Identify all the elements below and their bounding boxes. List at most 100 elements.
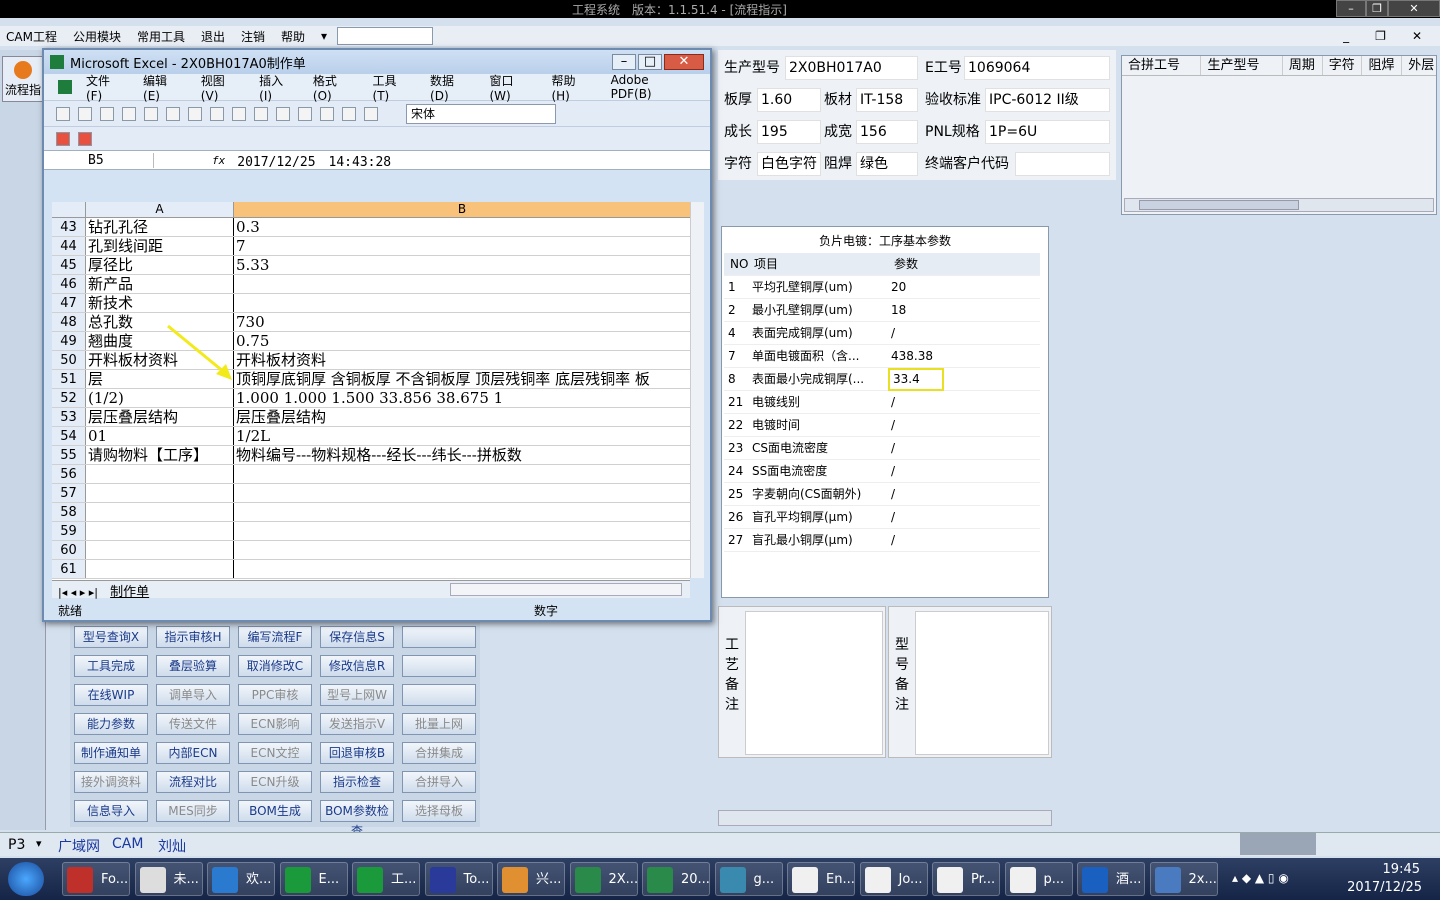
params-row[interactable]: 22 电镀时间 / [724,414,1040,437]
excel-hscrollbar[interactable] [450,583,682,596]
restore-icon[interactable]: ❐ [1366,0,1388,17]
params-value[interactable]: 18 [888,299,944,322]
action-button[interactable]: 流程对比 [156,771,230,793]
mdi-minimize-icon[interactable]: _ [1343,29,1349,43]
print-icon[interactable] [144,106,158,121]
params-value[interactable]: / [888,437,944,460]
excel-menu-window[interactable]: 窗口(W) [489,72,534,103]
grid-header[interactable]: 外层 [1402,56,1436,75]
action-button[interactable]: 接外调资料 [74,771,148,793]
pnl-field[interactable]: 1P=6U [985,120,1110,144]
excel-menu-view[interactable]: 视图(V) [201,72,242,103]
taskbar-button[interactable]: En... [787,862,855,896]
menu-dropdown-icon[interactable]: ▾ [321,29,327,43]
params-value[interactable]: / [888,322,944,345]
excel-vscrollbar[interactable] [690,202,704,578]
menu-exit[interactable]: 退出 [201,28,225,45]
redo-icon[interactable] [342,106,356,121]
excel-window[interactable]: Microsoft Excel - 2X0BH017A0制作单 – □ ✕ 文件… [42,48,712,622]
taskbar-button[interactable]: Fo... [62,862,130,896]
params-value[interactable]: 20 [888,276,944,299]
len-field[interactable]: 195 [757,120,821,144]
params-row[interactable]: 21 电镀线别 / [724,391,1040,414]
taskbar-button[interactable]: To... [424,862,493,896]
char-field[interactable]: 白色字符 [757,152,821,176]
action-button[interactable]: 信息导入 [74,800,148,822]
excel-menu-data[interactable]: 数据(D) [430,72,472,103]
action-button[interactable]: 制作通知单 [74,742,148,764]
copy-icon[interactable] [254,106,268,121]
model-memo[interactable]: 型号备注 [888,606,1052,758]
params-row[interactable]: 4 表面完成铜厚(um) / [724,322,1040,345]
action-button[interactable]: 回退审核B [320,742,394,764]
action-button[interactable]: MES同步 [156,800,230,822]
grid-header[interactable]: 字符 [1323,56,1363,75]
p3-combo[interactable]: P3 [8,837,25,853]
minimize-icon[interactable]: – [1336,0,1366,17]
excel-menu-edit[interactable]: 编辑(E) [143,72,184,103]
menu-help[interactable]: 帮助 [281,28,305,45]
grid-header[interactable]: 合拼工号 [1122,56,1202,75]
taskbar-button[interactable]: g... [714,862,783,896]
action-button[interactable]: BOM生成 [238,800,312,822]
thick-field[interactable]: 1.60 [757,88,821,112]
params-row[interactable]: 24 SS面电流密度 / [724,460,1040,483]
action-button[interactable]: 合拼导入 [402,771,476,793]
params-value[interactable]: / [888,529,944,552]
spelling-icon[interactable] [188,106,202,121]
sheet-tab[interactable]: 制作单 [110,585,149,600]
tab-cam[interactable]: CAM [112,836,143,852]
params-row[interactable]: 26 盲孔平均铜厚(μm) / [724,506,1040,529]
action-button[interactable]: 型号上网W [320,684,394,706]
action-button[interactable]: ECN升级 [238,771,312,793]
excel-menu-insert[interactable]: 插入(I) [259,72,296,103]
action-button[interactable]: 批量上网 [402,713,476,735]
craft-memo[interactable]: 工艺备注 [718,606,886,758]
action-button[interactable]: 选择母板 [402,800,476,822]
taskbar-button[interactable]: 未... [134,862,203,896]
format-painter-icon[interactable] [298,106,312,121]
action-button[interactable]: 在线WIP [74,684,148,706]
grid-header[interactable]: 阻焊 [1362,56,1403,75]
start-icon[interactable] [8,862,44,896]
excel-close-icon[interactable]: ✕ [664,54,704,70]
taskbar-button[interactable]: 欢... [207,862,275,896]
action-button[interactable]: 工具完成 [74,655,148,677]
print-preview-icon[interactable] [166,106,180,121]
taskbar-button[interactable]: 工... [352,862,420,896]
excel-menu-file[interactable]: 文件(F) [86,72,126,103]
save-icon[interactable] [100,106,114,121]
params-value[interactable]: 33.4 [888,368,944,391]
excel-menu-adobe[interactable]: Adobe PDF(B) [611,73,693,101]
menu-logout[interactable]: 注销 [241,28,265,45]
params-row[interactable]: 2 最小孔壁铜厚(um) 18 [724,299,1040,322]
taskbar-button[interactable]: 20... [642,862,710,896]
name-box[interactable]: B5 [44,152,154,168]
open-icon[interactable] [78,106,92,121]
mat-field[interactable]: IT-158 [856,88,918,112]
paste-icon[interactable] [276,106,290,121]
action-button[interactable]: 发送指示V [320,713,394,735]
taskbar-button[interactable]: p... [1004,862,1073,896]
action-button[interactable]: 编写流程F [238,626,312,648]
wid-field[interactable]: 156 [856,120,918,144]
permission-icon[interactable] [122,106,136,121]
std-field[interactable]: IPC-6012 II级 [985,88,1110,112]
new-icon[interactable] [56,106,70,121]
combo-arrow-icon[interactable]: ▾ [36,837,42,850]
action-button[interactable] [402,684,476,706]
action-button[interactable]: 叠层验算 [156,655,230,677]
fx-icon[interactable]: fx [212,154,225,167]
params-row[interactable]: 23 CS面电流密度 / [724,437,1040,460]
cut-icon[interactable] [232,106,246,121]
params-value[interactable]: / [888,460,944,483]
model-field[interactable]: 2X0BH017A0 [785,56,918,80]
action-button[interactable]: 取消修改C [238,655,312,677]
grid-header[interactable]: 周期 [1283,56,1323,75]
mdi-close-icon[interactable]: ✕ [1412,29,1422,43]
research-icon[interactable] [210,106,224,121]
action-button[interactable]: 合拼集成 [402,742,476,764]
mask-field[interactable]: 绿色 [856,152,918,176]
grid-header[interactable]: 生产型号 [1201,56,1283,75]
action-button[interactable] [402,626,476,648]
